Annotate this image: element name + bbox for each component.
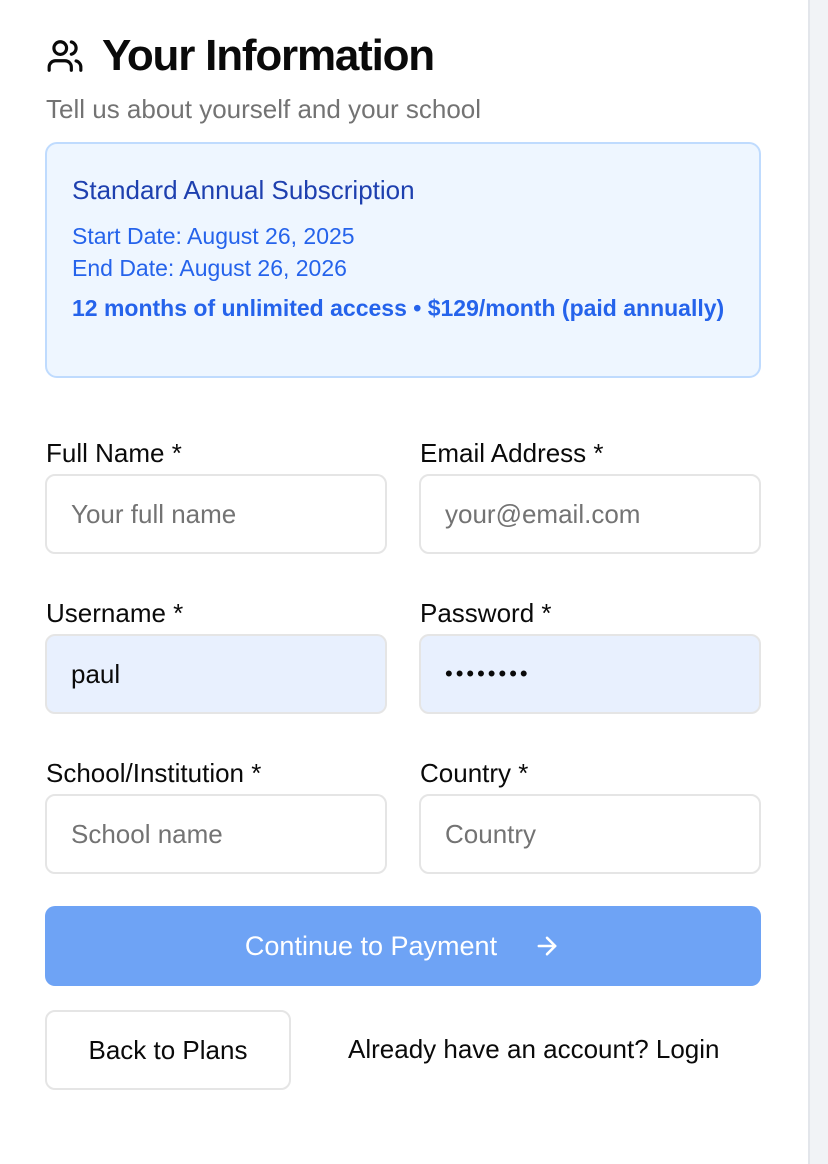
page-header: Your Information <box>46 28 435 84</box>
plan-summary-card: Standard Annual Subscription Start Date:… <box>45 142 761 378</box>
password-input[interactable]: •••••••• <box>419 634 761 714</box>
plan-end-date: End Date: August 26, 2026 <box>72 255 347 281</box>
username-input[interactable]: paul <box>45 634 387 714</box>
plan-note: 12 months of unlimited access • $129/mon… <box>72 295 725 321</box>
continue-button-label: Continue to Payment <box>244 930 498 961</box>
plan-dates: Start Date: August 26, 2025 End Date: Au… <box>72 220 735 284</box>
email-label: Email Address * <box>420 438 604 468</box>
users-icon <box>47 40 83 72</box>
scrollbar-track[interactable] <box>808 0 828 1164</box>
full-name-label: Full Name * <box>46 438 182 468</box>
back-button-label: Back to Plans <box>88 1034 248 1065</box>
login-link[interactable]: Already have an account? Login <box>348 1034 720 1065</box>
plan-title: Standard Annual Subscription <box>72 175 415 205</box>
school-input[interactable]: School name <box>45 794 387 874</box>
full-name-input[interactable]: Your full name <box>45 474 387 554</box>
back-to-plans-button[interactable]: Back to Plans <box>45 1010 291 1090</box>
email-input[interactable]: your@email.com <box>419 474 761 554</box>
school-label: School/Institution * <box>46 758 262 788</box>
password-label: Password * <box>420 598 552 628</box>
page-subtitle: Tell us about yourself and your school <box>46 94 482 124</box>
country-input[interactable]: Country <box>419 794 761 874</box>
plan-start-date: Start Date: August 26, 2025 <box>72 223 355 249</box>
arrow-right-icon <box>537 936 557 956</box>
country-label: Country * <box>420 758 529 788</box>
page-title: Your Information <box>102 31 435 80</box>
username-label: Username * <box>46 598 184 628</box>
continue-to-payment-button[interactable]: Continue to Payment <box>45 906 761 986</box>
